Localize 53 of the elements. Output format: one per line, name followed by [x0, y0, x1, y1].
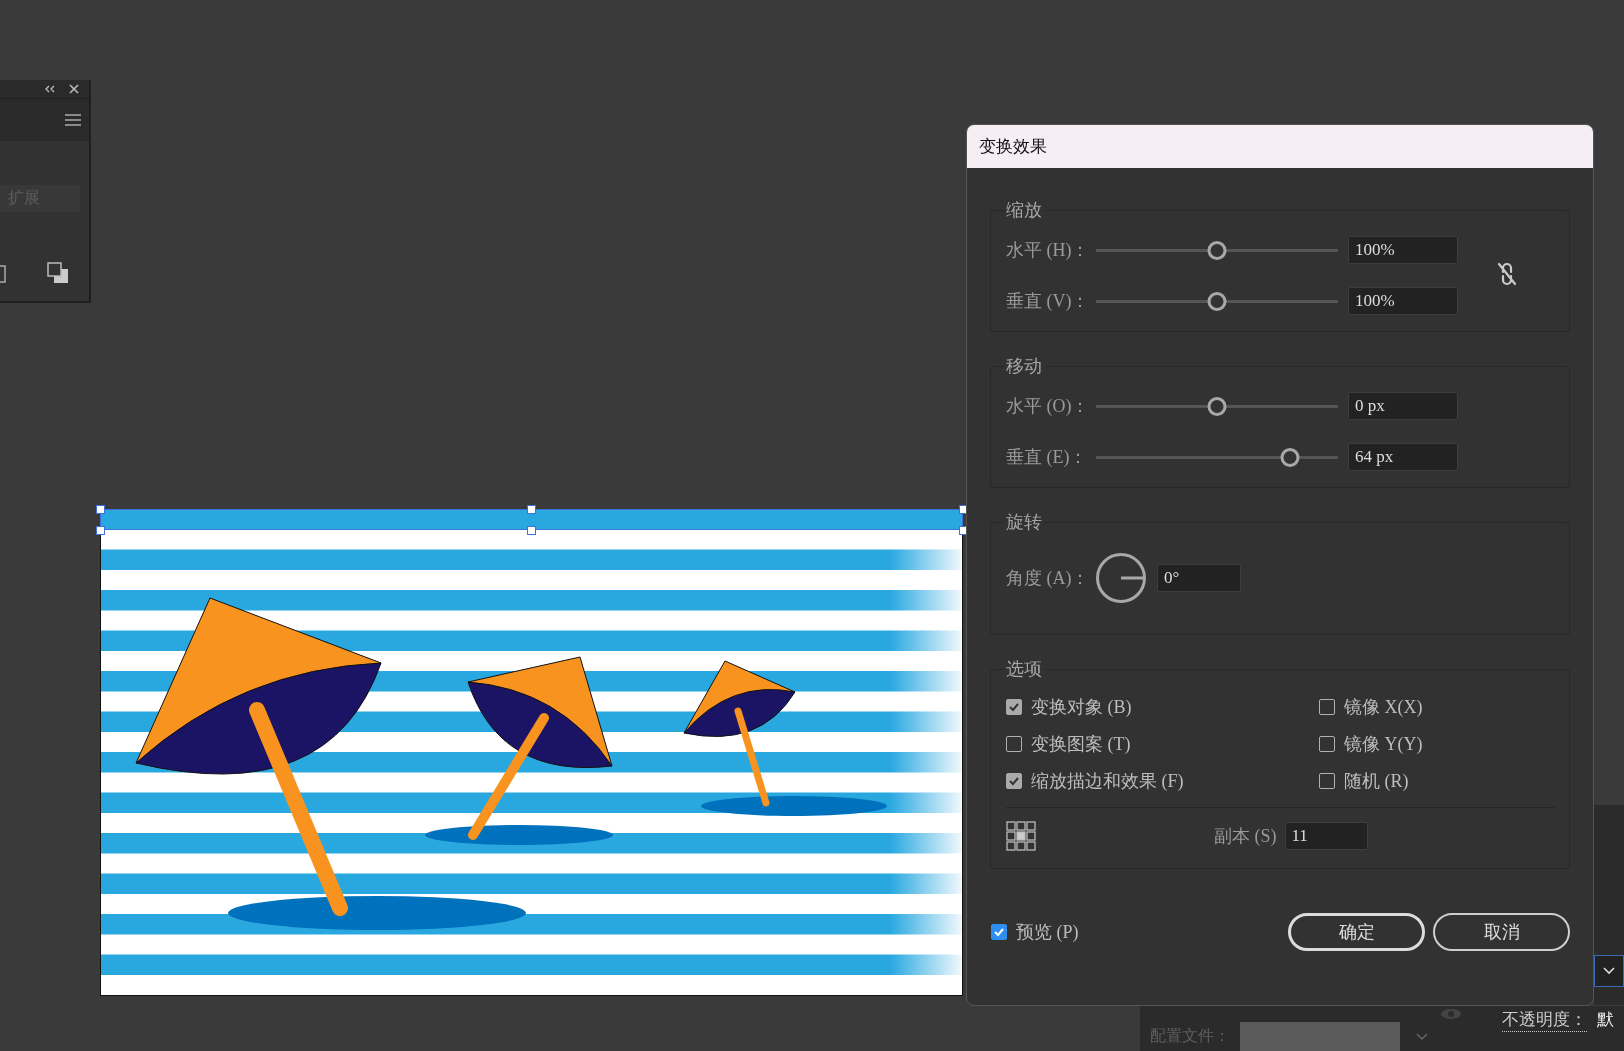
- checkbox[interactable]: [1319, 699, 1335, 715]
- checkbox[interactable]: [1006, 773, 1022, 789]
- input-field[interactable]: 0 px: [1348, 392, 1458, 420]
- slider-thumb[interactable]: [1207, 396, 1227, 416]
- checkbox[interactable]: [1006, 736, 1022, 752]
- broken-link-icon[interactable]: [1496, 260, 1518, 287]
- chevron-icon: [1416, 1032, 1428, 1041]
- group-title: 选项: [1005, 658, 1043, 681]
- group-title: 旋转: [1005, 511, 1043, 534]
- group-title: 移动: [1005, 355, 1043, 378]
- selection-handle[interactable]: [527, 526, 536, 535]
- selection-handle[interactable]: [527, 505, 536, 514]
- slider-thumb[interactable]: [1280, 447, 1300, 467]
- slider-thumb[interactable]: [1207, 240, 1227, 260]
- arrange-icon[interactable]: [47, 262, 69, 284]
- input-field[interactable]: 100%: [1348, 287, 1458, 315]
- checkbox-label[interactable]: 变换对象 (B): [1031, 695, 1132, 719]
- checkbox-label[interactable]: 镜像 X(X): [1344, 695, 1423, 719]
- dialog-title: 变换效果: [979, 135, 1047, 158]
- chevron-icon: [1603, 967, 1615, 975]
- field-label: 水平 (O)：: [1006, 395, 1091, 418]
- group-title: 缩放: [1005, 199, 1043, 222]
- menu-icon[interactable]: [65, 114, 81, 126]
- checkbox-label[interactable]: 预览 (P): [1016, 920, 1079, 944]
- selection-handle[interactable]: [96, 505, 105, 514]
- checkbox-label[interactable]: 随机 (R): [1344, 769, 1409, 793]
- field-label: 垂直 (E)：: [1006, 446, 1089, 469]
- opacity-label[interactable]: 不透明度：: [1502, 1008, 1587, 1032]
- slider-thumb[interactable]: [1207, 291, 1227, 311]
- checkbox-label[interactable]: 缩放描边和效果 (F): [1031, 769, 1184, 793]
- input-field[interactable]: 11: [1284, 822, 1368, 850]
- angle-dial[interactable]: [1095, 552, 1147, 604]
- collapse-icon[interactable]: [45, 85, 55, 93]
- checkbox[interactable]: [991, 924, 1007, 940]
- cancel-button[interactable]: 取消: [1433, 913, 1570, 951]
- ok-button[interactable]: 确定: [1288, 913, 1425, 951]
- field-label: 垂直 (V)：: [1006, 290, 1091, 313]
- field-label: 水平 (H)：: [1006, 239, 1091, 262]
- checkbox[interactable]: [1006, 699, 1022, 715]
- checkbox[interactable]: [1319, 736, 1335, 752]
- input-field[interactable]: 0°: [1157, 564, 1241, 592]
- field-label: 副本 (S): [1214, 825, 1277, 848]
- input-field[interactable]: 100%: [1348, 236, 1458, 264]
- field-label: 角度 (A)：: [1006, 567, 1091, 590]
- dropdown[interactable]: [1594, 955, 1624, 987]
- reference-point-icon[interactable]: [1006, 821, 1036, 851]
- close-icon[interactable]: [69, 84, 79, 94]
- checkbox-label[interactable]: 变换图案 (T): [1031, 732, 1131, 756]
- checkbox-label[interactable]: 镜像 Y(Y): [1344, 732, 1423, 756]
- opacity-value: 默: [1597, 1009, 1614, 1031]
- input-field[interactable]: 64 px: [1348, 443, 1458, 471]
- checkbox[interactable]: [1319, 773, 1335, 789]
- selection-handle[interactable]: [96, 526, 105, 535]
